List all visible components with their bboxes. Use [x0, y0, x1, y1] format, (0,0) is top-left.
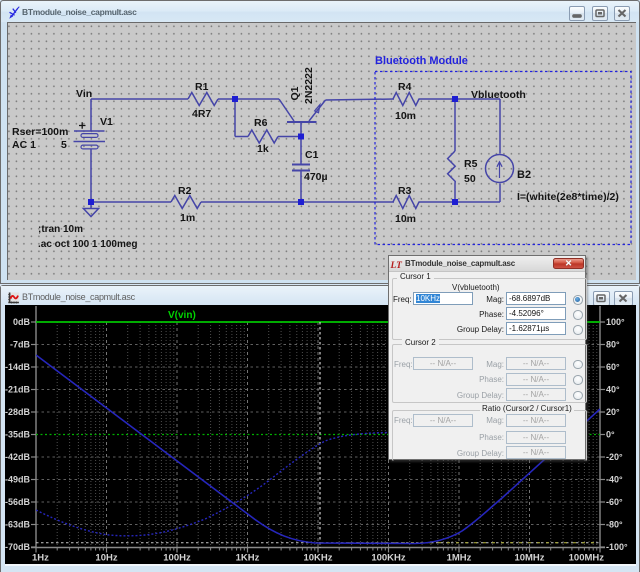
- svg-text:LT: LT: [390, 261, 404, 271]
